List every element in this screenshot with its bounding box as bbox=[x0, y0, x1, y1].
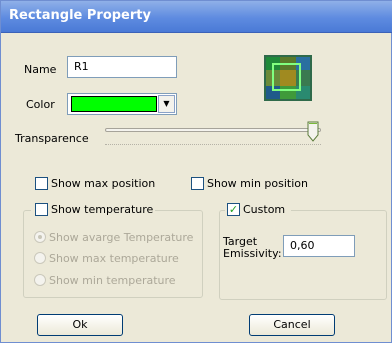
emissivity-input[interactable]: 0,60 bbox=[283, 235, 355, 257]
show-max-position-label: Show max position bbox=[51, 177, 156, 190]
slider-ticks bbox=[105, 144, 321, 148]
custom-checkbox[interactable]: ✓ bbox=[227, 203, 240, 216]
radio-average-temperature-label: Show avarge Temperature bbox=[49, 231, 194, 244]
chevron-down-icon[interactable]: ▼ bbox=[158, 95, 175, 113]
color-swatch bbox=[71, 96, 157, 112]
transparence-slider[interactable] bbox=[105, 128, 321, 132]
title-bar[interactable]: Rectangle Property bbox=[1, 1, 392, 33]
ok-button[interactable]: Ok bbox=[37, 314, 123, 336]
radio-min-temperature-label: Show min temperature bbox=[49, 274, 176, 287]
show-min-position-checkbox[interactable] bbox=[191, 177, 204, 190]
rectangle-property-dialog: Rectangle Property Name R1 Color ▼ Trans… bbox=[0, 0, 392, 343]
cancel-button[interactable]: Cancel bbox=[249, 314, 335, 336]
show-max-position-checkbox[interactable] bbox=[35, 177, 48, 190]
window-title: Rectangle Property bbox=[9, 8, 151, 23]
emissivity-label-line2: Emissivity: bbox=[223, 247, 282, 260]
custom-label: Custom bbox=[243, 203, 286, 216]
color-select[interactable]: ▼ bbox=[67, 93, 177, 115]
rectangle-preview-icon bbox=[264, 55, 312, 101]
show-min-position-label: Show min position bbox=[207, 177, 308, 190]
radio-min-temperature[interactable] bbox=[34, 274, 46, 286]
color-label: Color bbox=[26, 98, 55, 111]
show-temperature-label: Show temperature bbox=[51, 203, 154, 216]
slider-thumb[interactable] bbox=[307, 121, 319, 143]
check-icon: ✓ bbox=[228, 203, 239, 216]
radio-average-temperature[interactable] bbox=[34, 231, 46, 243]
name-input[interactable]: R1 bbox=[67, 56, 177, 78]
show-temperature-checkbox[interactable] bbox=[35, 203, 48, 216]
name-label: Name bbox=[24, 63, 57, 76]
radio-max-temperature-label: Show max temperature bbox=[49, 252, 179, 265]
radio-max-temperature[interactable] bbox=[34, 252, 46, 264]
transparence-label: Transparence bbox=[15, 132, 89, 145]
